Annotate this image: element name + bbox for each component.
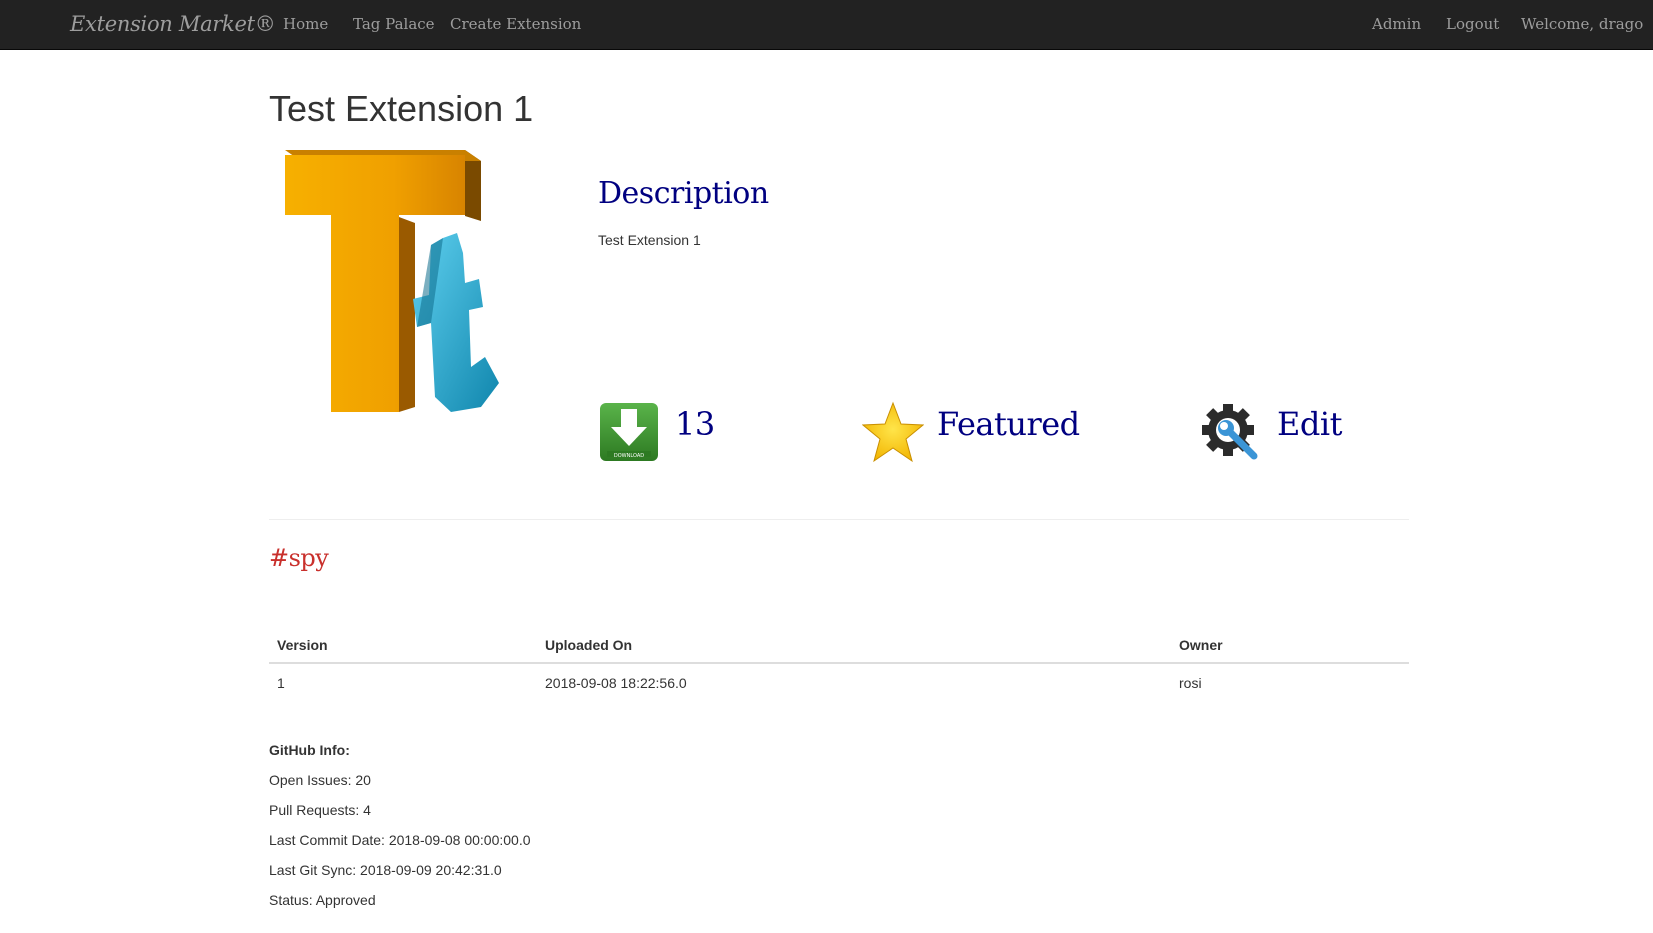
nav-create-extension[interactable]: Create Extension bbox=[450, 14, 581, 34]
version-cell: 1 bbox=[277, 675, 285, 691]
download-icon[interactable]: DOWNLOAD bbox=[599, 402, 659, 462]
last-commit-date: Last Commit Date: 2018-09-08 00:00:00.0 bbox=[269, 832, 531, 848]
description-text: Test Extension 1 bbox=[598, 232, 701, 248]
divider bbox=[269, 519, 1409, 520]
owner-cell: rosi bbox=[1179, 675, 1202, 691]
column-header-uploaded-on: Uploaded On bbox=[537, 628, 1171, 664]
github-info: GitHub Info: Open Issues: 20 Pull Reques… bbox=[269, 740, 531, 920]
column-header-version: Version bbox=[269, 628, 537, 664]
pull-requests: Pull Requests: 4 bbox=[269, 802, 371, 818]
description-heading: Description bbox=[598, 176, 769, 211]
featured-label: Featured bbox=[937, 405, 1080, 443]
tag-link[interactable]: #spy bbox=[269, 541, 329, 575]
open-issues: Open Issues: 20 bbox=[269, 772, 371, 788]
column-header-owner: Owner bbox=[1171, 628, 1409, 664]
svg-text:DOWNLOAD: DOWNLOAD bbox=[614, 453, 644, 459]
star-icon bbox=[862, 401, 924, 463]
status: Status: Approved bbox=[269, 892, 376, 908]
nav-home[interactable]: Home bbox=[283, 14, 328, 34]
last-git-sync: Last Git Sync: 2018-09-09 20:42:31.0 bbox=[269, 862, 502, 878]
nav-logout[interactable]: Logout bbox=[1446, 14, 1499, 34]
edit-link[interactable]: Edit bbox=[1277, 402, 1342, 446]
nav-tag-palace[interactable]: Tag Palace bbox=[353, 14, 435, 34]
nav-welcome-user[interactable]: Welcome, drago bbox=[1521, 14, 1643, 34]
table-row: 1 2018-09-08 18:22:56.0 rosi bbox=[269, 663, 1409, 702]
github-info-heading: GitHub Info: bbox=[269, 742, 350, 758]
gear-wrench-icon[interactable] bbox=[1202, 402, 1262, 462]
download-count: 13 bbox=[675, 405, 715, 443]
nav-admin[interactable]: Admin bbox=[1372, 14, 1421, 34]
uploaded-on-cell: 2018-09-08 18:22:56.0 bbox=[545, 675, 687, 691]
versions-table: Version Uploaded On Owner 1 2018-09-08 1… bbox=[269, 628, 1409, 702]
tt-3d-logo-icon bbox=[285, 150, 499, 412]
table-header-row: Version Uploaded On Owner bbox=[269, 628, 1409, 664]
navbar: Extension Market® Home Tag Palace Create… bbox=[0, 0, 1653, 50]
page-title: Test Extension 1 bbox=[269, 88, 534, 129]
brand-link[interactable]: Extension Market® bbox=[70, 10, 276, 38]
